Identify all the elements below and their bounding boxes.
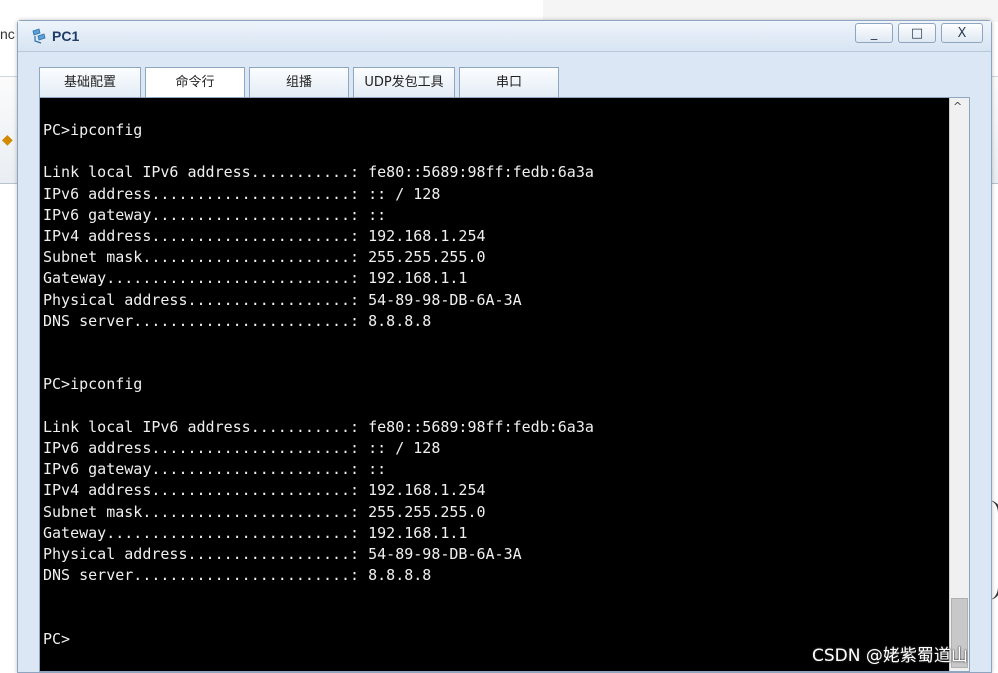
close-button[interactable]: X: [941, 23, 983, 43]
background-panel: [543, 0, 998, 22]
tab-serial[interactable]: 串口: [459, 67, 559, 97]
terminal-line: IPv4 address......................: 192.…: [43, 227, 486, 246]
window-title: PC1: [52, 28, 80, 44]
terminal-line: IPv4 address......................: 192.…: [43, 481, 486, 500]
maximize-button[interactable]: □: [898, 23, 936, 43]
vertical-scrollbar[interactable]: ^: [949, 98, 969, 671]
tab-command-line[interactable]: 命令行: [145, 67, 245, 97]
terminal-line: DNS server........................: 8.8.…: [43, 311, 432, 330]
tab-content: PC>ipconfig Link local IPv6 address.....…: [39, 97, 970, 672]
watermark: CSDN @姥紫蜀道山: [812, 646, 968, 666]
terminal-line: IPv6 address......................: :: /…: [43, 439, 441, 458]
minimize-button[interactable]: _: [855, 23, 893, 43]
terminal-line: IPv6 address......................: :: /…: [43, 184, 441, 203]
terminal-line: IPv6 gateway......................: ::: [43, 460, 387, 479]
terminal-line: Physical address..................: 54-8…: [43, 290, 522, 309]
terminal-line: PC>ipconfig: [43, 121, 143, 139]
tab-bar: 基础配置 命令行 组播 UDP发包工具 串口: [39, 67, 559, 97]
back-arrow-icon: ◆: [2, 132, 13, 148]
terminal-line: Subnet mask.......................: 255.…: [43, 502, 486, 521]
terminal-line: Link local IPv6 address...........: fe80…: [43, 163, 594, 182]
tab-basic-config[interactable]: 基础配置: [39, 67, 141, 97]
tab-multicast[interactable]: 组播: [249, 67, 349, 97]
terminal-line: Subnet mask.......................: 255.…: [43, 248, 486, 267]
network-pc-icon: [32, 28, 46, 44]
background-text: nc: [0, 26, 15, 42]
terminal-line: Gateway...........................: 192.…: [43, 523, 468, 542]
terminal-line: Link local IPv6 address...........: fe80…: [43, 417, 594, 436]
terminal-line: Physical address..................: 54-8…: [43, 545, 522, 564]
terminal-line: IPv6 gateway......................: ::: [43, 205, 387, 224]
terminal-output[interactable]: PC>ipconfig Link local IPv6 address.....…: [40, 98, 949, 671]
terminal-line: PC>ipconfig: [43, 375, 143, 394]
terminal-line: DNS server........................: 8.8.…: [43, 566, 432, 585]
title-bar[interactable]: PC1 _ □ X: [18, 21, 991, 52]
pc1-window: PC1 _ □ X 基础配置 命令行 组播 UDP发包工具 串口 PC>ipco…: [17, 20, 992, 673]
terminal-line: Gateway...........................: 192.…: [43, 269, 468, 288]
scroll-up-icon[interactable]: ^: [953, 100, 962, 113]
tab-udp-tool[interactable]: UDP发包工具: [353, 67, 455, 97]
